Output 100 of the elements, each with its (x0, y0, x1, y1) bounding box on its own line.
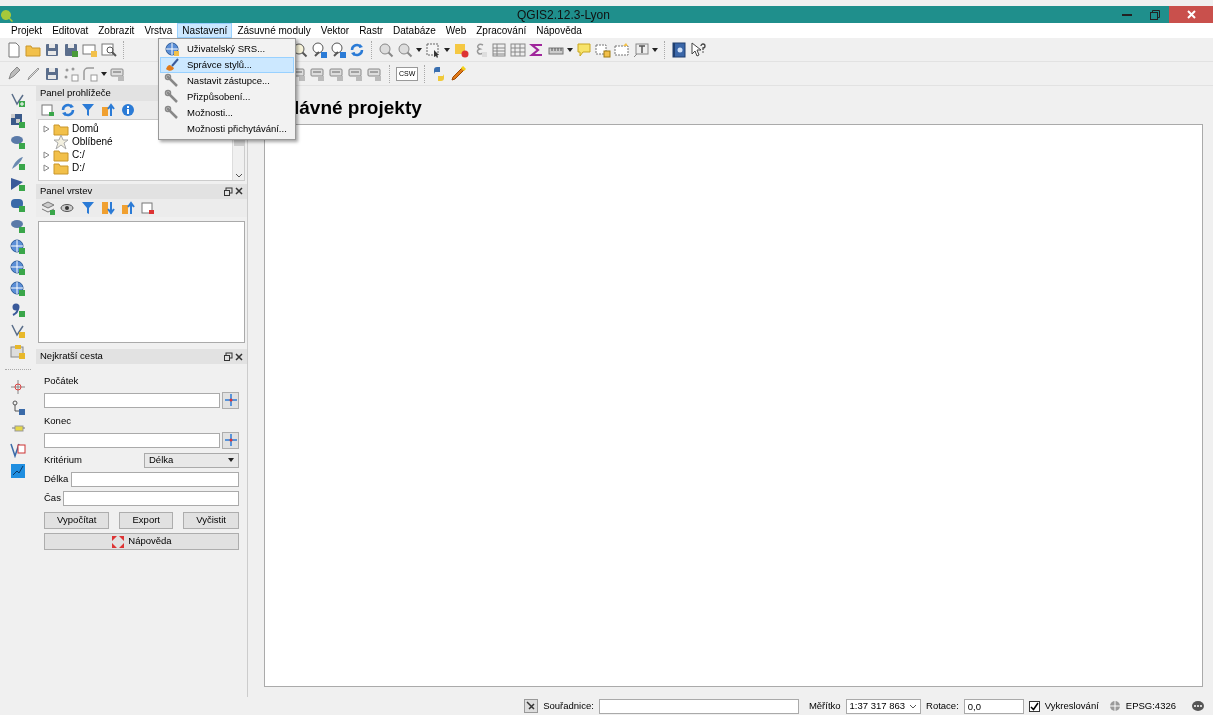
label-icon[interactable] (329, 65, 345, 82)
rounded-square-add-icon[interactable] (10, 197, 26, 213)
pick-point-button[interactable] (222, 391, 239, 409)
label-icon[interactable] (310, 65, 326, 82)
caret-icon[interactable] (101, 71, 107, 76)
sigma-icon[interactable] (529, 41, 545, 58)
raster-add-icon[interactable] (10, 113, 26, 129)
square-icon[interactable] (453, 41, 469, 58)
coordinate-field[interactable] (598, 698, 799, 714)
globe-icon[interactable] (1108, 700, 1121, 712)
magnifier-icon[interactable] (330, 41, 346, 58)
pen-icon[interactable] (450, 65, 467, 82)
close-icon[interactable] (235, 187, 243, 195)
close-button[interactable] (1169, 6, 1213, 23)
crs-label[interactable]: EPSG:4326 (1125, 698, 1176, 714)
square-icon[interactable] (140, 199, 156, 216)
action-button[interactable]: Vyčistit (183, 512, 239, 529)
input-field[interactable] (63, 490, 239, 506)
close-icon[interactable] (235, 352, 243, 361)
caret-icon[interactable] (416, 47, 422, 52)
text-box-icon[interactable] (633, 41, 649, 58)
database-add-icon[interactable] (10, 218, 26, 234)
up-arrow-icon[interactable] (120, 199, 136, 216)
database-add-icon[interactable] (10, 134, 26, 150)
magnifier-icon[interactable] (378, 41, 394, 58)
action-button[interactable]: Vypočítat (44, 512, 110, 529)
pencil-icon[interactable] (6, 65, 22, 82)
menu-item[interactable]: Nastavení (177, 23, 233, 38)
caret-icon[interactable] (652, 47, 658, 52)
menu-item[interactable]: Rastr (354, 23, 389, 38)
dots-icon[interactable] (63, 65, 79, 82)
menu-item[interactable]: Zobrazit (93, 23, 140, 38)
layer-add-icon[interactable] (10, 92, 26, 108)
caret-icon[interactable] (567, 47, 573, 52)
tree-item[interactable]: Oblíbené (72, 134, 113, 149)
refresh-icon[interactable] (60, 102, 76, 118)
dashed-square-icon[interactable] (595, 41, 611, 58)
menu-item[interactable]: Vektor (315, 23, 355, 38)
menu-item[interactable]: Možnosti... (160, 105, 294, 121)
feather-add-icon[interactable] (10, 155, 26, 171)
input-field[interactable] (44, 432, 220, 448)
action-button[interactable]: Export (119, 512, 174, 529)
menu-item[interactable]: Nastavit zástupce... (160, 73, 294, 89)
globe-add-icon[interactable] (10, 260, 26, 276)
caret-icon (228, 458, 234, 462)
label-icon[interactable] (367, 65, 383, 82)
render-checkbox[interactable] (1028, 700, 1040, 712)
selection-rectangle-icon[interactable] (425, 41, 441, 58)
input-field[interactable] (44, 392, 220, 408)
book-icon[interactable] (671, 41, 687, 58)
crosshair-icon[interactable] (10, 379, 26, 395)
down-arrow-icon[interactable] (100, 199, 116, 216)
cursor-icon[interactable] (690, 41, 706, 58)
refresh-icon[interactable] (349, 41, 365, 58)
comma-add-icon[interactable] (10, 302, 26, 318)
scale-dropdown[interactable]: 1:37 317 863 (845, 698, 922, 714)
pick-point-button[interactable] (222, 431, 239, 449)
node-tool-icon[interactable] (10, 400, 26, 416)
help-button[interactable]: Nápověda (44, 533, 239, 550)
info-icon[interactable] (120, 102, 136, 118)
magnifier-icon[interactable] (311, 41, 327, 58)
label-icon[interactable] (348, 65, 364, 82)
dashed-square-icon[interactable] (614, 41, 630, 58)
menu-item[interactable]: Databáze (388, 23, 441, 38)
menu-item[interactable]: Uživatelský SRS... (160, 41, 294, 57)
tree-item[interactable]: C:/ (72, 147, 85, 162)
menu-item[interactable]: Nápověda (531, 23, 587, 38)
square-icon[interactable] (40, 102, 56, 118)
up-arrow-icon[interactable] (100, 102, 116, 118)
globe-add-icon[interactable] (10, 239, 26, 255)
menu-item[interactable]: Přizpůsobení... (160, 89, 294, 105)
menu-item[interactable]: Projekt (6, 23, 48, 38)
input-field[interactable] (70, 471, 239, 487)
pencil-icon[interactable] (25, 65, 41, 82)
menu-item[interactable]: Správce stylů... (160, 57, 294, 73)
vector-table-icon[interactable] (10, 442, 26, 458)
route-map-icon[interactable] (10, 463, 26, 479)
menu-item[interactable]: Zpracování (471, 23, 532, 38)
tree-item[interactable]: Domů (72, 121, 99, 136)
cone-add-icon[interactable] (10, 176, 26, 192)
page-icon[interactable] (6, 41, 22, 58)
funnel-icon[interactable] (80, 199, 96, 216)
layer-add-icon[interactable] (10, 323, 26, 339)
chevron-down-icon[interactable] (234, 173, 243, 178)
globe-add-icon[interactable] (10, 281, 26, 297)
menu-item[interactable]: Vrstva (139, 23, 178, 38)
tree-item[interactable]: D:/ (72, 160, 85, 175)
menu-item[interactable]: Web (440, 23, 472, 38)
menu-item[interactable]: Možnosti přichytávání... (160, 121, 294, 137)
table-icon[interactable] (491, 41, 507, 58)
rotation-field[interactable]: 0,0 (963, 698, 1024, 714)
expand-arrow-icon[interactable] (43, 124, 50, 133)
menu-item[interactable]: Zásuvné moduly (232, 23, 316, 38)
float-icon[interactable] (223, 352, 233, 361)
message-icon[interactable] (1191, 700, 1205, 712)
dropdown[interactable]: Délka (144, 452, 239, 468)
menu-item[interactable]: Editovat (47, 23, 94, 38)
page-magnifier-icon[interactable] (101, 41, 117, 58)
caret-icon[interactable] (444, 47, 450, 52)
float-icon[interactable] (223, 186, 233, 196)
